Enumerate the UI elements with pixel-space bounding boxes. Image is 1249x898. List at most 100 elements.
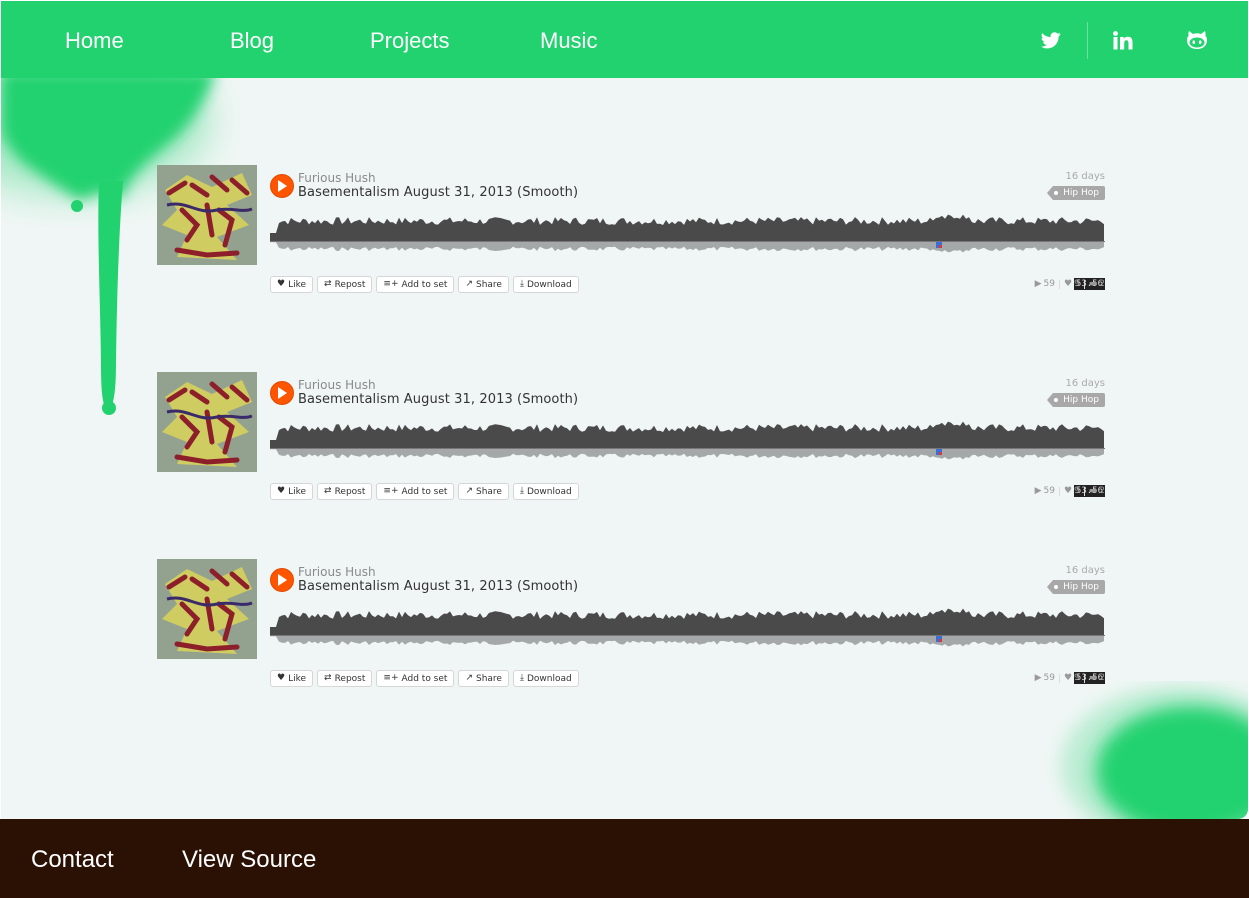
repost-button[interactable]: ⇄ Repost (317, 276, 373, 293)
add-to-set-button[interactable]: ≡+ Add to set (376, 483, 455, 500)
repost-button[interactable]: ⇄ Repost (317, 670, 373, 687)
play-icon (278, 180, 287, 192)
button-label: Repost (334, 673, 366, 684)
play-button[interactable] (270, 568, 294, 592)
download-icon: ⤓ (519, 673, 524, 683)
nav-link-home[interactable]: Home (65, 27, 124, 55)
likes-count: 9 (1074, 279, 1080, 289)
button-label: Download (526, 673, 572, 684)
button-label: Add to set (401, 279, 448, 290)
linkedin-icon[interactable] (1110, 27, 1136, 53)
download-button[interactable]: ⤓ Download (512, 276, 579, 293)
comments-stat[interactable]: ▬ 2 (1089, 673, 1105, 683)
track-actions: ♥ Like ⇄ Repost ≡+ Add to set ↗ Share ⤓ Download (270, 276, 579, 293)
genre-tag[interactable]: Hip Hop (1047, 186, 1105, 200)
nav-link-blog[interactable]: Blog (230, 27, 274, 55)
track-waveform[interactable]: 53.56 (270, 209, 1105, 290)
button-label: Add to set (401, 673, 448, 684)
twitter-icon[interactable] (1038, 27, 1064, 53)
like-button[interactable]: ♥ Like (270, 483, 314, 500)
track-posted-time: 16 days (1065, 565, 1105, 576)
repost-icon: ⇄ (324, 486, 332, 496)
button-label: Repost (334, 279, 366, 290)
share-button[interactable]: ↗ Share (458, 483, 509, 500)
plays-stat: ▶ 59 (1035, 673, 1055, 683)
download-button[interactable]: ⤓ Download (512, 670, 579, 687)
like-button[interactable]: ♥ Like (270, 276, 314, 293)
track-artist[interactable]: Furious Hush (298, 378, 376, 392)
button-label: Repost (334, 486, 366, 497)
button-label: Share (475, 486, 502, 497)
track-title[interactable]: Basementalism August 31, 2013 (Smooth) (298, 185, 578, 200)
stat-divider (1058, 673, 1060, 683)
repost-button[interactable]: ⇄ Repost (317, 483, 373, 500)
genre-tag[interactable]: Hip Hop (1047, 580, 1105, 594)
play-count-icon: ▶ (1034, 486, 1042, 496)
track-waveform[interactable]: 53.56 (270, 603, 1105, 684)
comments-count: 2 (1099, 673, 1105, 683)
share-icon: ↗ (465, 279, 473, 289)
add-to-set-icon: ≡+ (383, 486, 399, 496)
button-label: Like (288, 279, 307, 290)
stat-divider (1058, 279, 1060, 289)
button-label: Share (475, 279, 502, 290)
likes-stat[interactable]: ♥ 9 (1064, 279, 1080, 289)
add-to-set-button[interactable]: ≡+ Add to set (376, 670, 455, 687)
track-stats: ▶ 59 ♥ 9 ▬ 2 (1035, 673, 1105, 683)
button-label: Like (288, 486, 307, 497)
track-artist[interactable]: Furious Hush (298, 171, 376, 185)
comments-stat[interactable]: ▬ 2 (1089, 279, 1105, 289)
heart-icon: ♥ (1063, 279, 1073, 289)
repost-icon: ⇄ (324, 279, 332, 289)
track-waveform[interactable]: 53.56 (270, 416, 1105, 497)
nav-divider (1087, 22, 1088, 59)
track-stats: ▶ 59 ♥ 9 ▬ 2 (1035, 279, 1105, 289)
play-count-icon: ▶ (1034, 279, 1042, 289)
heart-icon: ♥ (277, 673, 286, 683)
nav-link-music[interactable]: Music (540, 27, 597, 55)
track-artist[interactable]: Furious Hush (298, 565, 376, 579)
comments-stat[interactable]: ▬ 2 (1089, 486, 1105, 496)
button-label: Download (526, 279, 572, 290)
track-title[interactable]: Basementalism August 31, 2013 (Smooth) (298, 392, 578, 407)
share-icon: ↗ (465, 673, 473, 683)
track-artwork[interactable] (157, 559, 257, 659)
share-button[interactable]: ↗ Share (458, 276, 509, 293)
heart-icon: ♥ (277, 486, 286, 496)
genre-tag[interactable]: Hip Hop (1047, 393, 1105, 407)
add-to-set-icon: ≡+ (383, 279, 399, 289)
play-icon (278, 574, 287, 586)
stat-divider (1058, 486, 1060, 496)
likes-stat[interactable]: ♥ 9 (1064, 486, 1080, 496)
footer-link-contact[interactable]: Contact (31, 845, 114, 875)
track-posted-time: 16 days (1065, 171, 1105, 182)
play-button[interactable] (270, 174, 294, 198)
heart-icon: ♥ (277, 279, 286, 289)
button-label: Like (288, 673, 307, 684)
stat-divider (1083, 279, 1085, 289)
nav-link-projects[interactable]: Projects (370, 27, 449, 55)
plays-count: 59 (1043, 673, 1055, 683)
comment-icon: ▬ (1088, 279, 1098, 289)
download-button[interactable]: ⤓ Download (512, 483, 579, 500)
play-button[interactable] (270, 381, 294, 405)
add-to-set-button[interactable]: ≡+ Add to set (376, 276, 455, 293)
button-label: Share (475, 673, 502, 684)
likes-count: 9 (1074, 486, 1080, 496)
spray-paint-splash-right (1061, 686, 1248, 819)
play-icon (278, 387, 287, 399)
share-button[interactable]: ↗ Share (458, 670, 509, 687)
footer: Contact View Source (0, 819, 1249, 898)
like-button[interactable]: ♥ Like (270, 670, 314, 687)
add-to-set-icon: ≡+ (383, 673, 399, 683)
stat-divider (1083, 673, 1085, 683)
download-icon: ⤓ (519, 279, 524, 289)
track-artwork[interactable] (157, 372, 257, 472)
github-icon[interactable] (1184, 27, 1210, 53)
likes-stat[interactable]: ♥ 9 (1064, 673, 1080, 683)
soundcloud-track-3: Furious Hush Basementalism August 31, 201… (157, 559, 1105, 694)
soundcloud-track-1: Furious Hush Basementalism August 31, 201… (157, 165, 1105, 300)
track-title[interactable]: Basementalism August 31, 2013 (Smooth) (298, 579, 578, 594)
track-artwork[interactable] (157, 165, 257, 265)
footer-link-view-source[interactable]: View Source (182, 845, 316, 875)
